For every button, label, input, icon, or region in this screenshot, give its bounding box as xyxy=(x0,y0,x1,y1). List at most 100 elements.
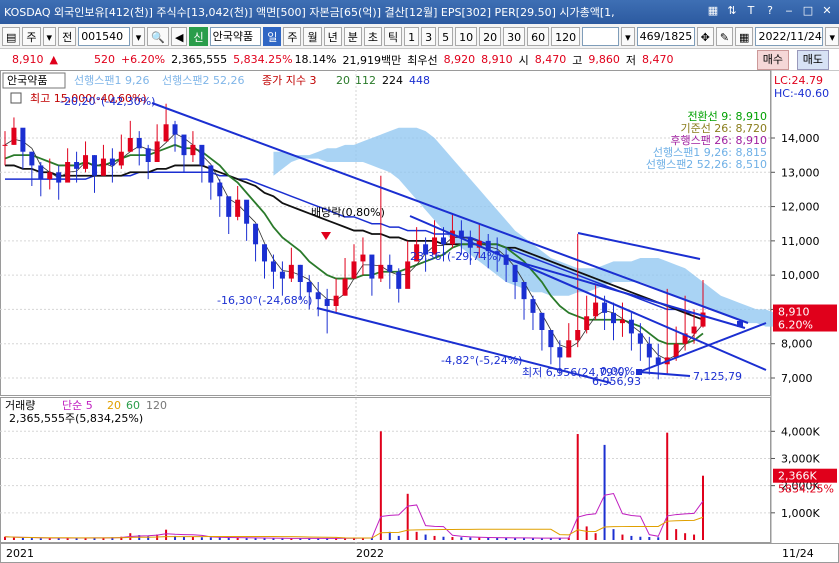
minimize-icon[interactable]: ‒ xyxy=(781,3,797,19)
volume-bar[interactable] xyxy=(21,537,24,540)
candle-body[interactable] xyxy=(270,261,276,272)
interval-input[interactable] xyxy=(582,26,620,46)
candle-body[interactable] xyxy=(646,343,652,358)
candle-body[interactable] xyxy=(47,172,53,180)
stock-code-input[interactable]: 001540 xyxy=(78,26,130,46)
stock-chart[interactable]: 안국약품 선행스팬1 9,26 선행스팬2 52,26 종가 지수 3 20 1… xyxy=(0,70,839,563)
volume-bar[interactable] xyxy=(576,434,579,540)
candle-body[interactable] xyxy=(512,264,518,282)
volume-bar[interactable] xyxy=(621,534,624,540)
candle-body[interactable] xyxy=(38,165,44,180)
candle-body[interactable] xyxy=(637,333,643,344)
candle-body[interactable] xyxy=(387,264,393,272)
volume-bar[interactable] xyxy=(657,537,660,540)
volume-bar[interactable] xyxy=(415,531,418,540)
candle-body[interactable] xyxy=(29,151,35,166)
period-month-button[interactable]: 월 xyxy=(303,26,322,46)
draw-tool-icon[interactable]: ✎ xyxy=(715,26,734,46)
period-second-button[interactable]: 초 xyxy=(363,26,382,46)
volume-bar[interactable] xyxy=(648,537,651,540)
candle-body[interactable] xyxy=(333,295,339,306)
sync-icon[interactable]: ⇅ xyxy=(724,3,740,19)
candle-body[interactable] xyxy=(611,312,617,324)
candle-body[interactable] xyxy=(360,254,366,262)
interval-dropdown-icon[interactable]: ▾ xyxy=(621,26,635,46)
volume-bar[interactable] xyxy=(612,529,615,540)
volume-bar[interactable] xyxy=(209,537,212,540)
candle-body[interactable] xyxy=(557,347,563,358)
volume-bar[interactable] xyxy=(585,526,588,540)
candle-body[interactable] xyxy=(521,282,527,300)
volume-bar[interactable] xyxy=(451,537,454,540)
candle-body[interactable] xyxy=(566,340,572,358)
candle-body[interactable] xyxy=(593,302,599,317)
volume-bar[interactable] xyxy=(460,537,463,540)
volume-bar[interactable] xyxy=(594,533,597,540)
candle-body[interactable] xyxy=(118,151,124,166)
candle-body[interactable] xyxy=(628,319,634,334)
minute-60-button[interactable]: 60 xyxy=(527,26,550,46)
candle-body[interactable] xyxy=(279,271,285,279)
volume-bar[interactable] xyxy=(684,533,687,540)
volume-bar[interactable] xyxy=(603,444,606,540)
buy-button[interactable]: 매수 xyxy=(756,50,789,70)
period-week-button[interactable]: 주 xyxy=(283,26,302,46)
candle-body[interactable] xyxy=(548,330,554,348)
candle-body[interactable] xyxy=(127,138,133,152)
date-picker-icon[interactable]: ▾ xyxy=(825,26,839,46)
candle-body[interactable] xyxy=(226,196,232,217)
search-icon[interactable]: 🔍 xyxy=(147,26,170,46)
minute-10-button[interactable]: 10 xyxy=(455,26,478,46)
volume-bar[interactable] xyxy=(191,537,194,540)
candle-body[interactable] xyxy=(109,158,115,166)
volume-bar[interactable] xyxy=(245,538,248,540)
grid-icon[interactable]: ▦ xyxy=(705,3,721,19)
sell-button[interactable]: 매도 xyxy=(796,50,829,70)
volume-bar[interactable] xyxy=(39,538,42,540)
volume-bar[interactable] xyxy=(496,537,499,540)
minute-5-button[interactable]: 5 xyxy=(438,26,454,46)
candle-body[interactable] xyxy=(584,316,590,330)
candle-body[interactable] xyxy=(369,254,375,279)
candle-body[interactable] xyxy=(244,199,250,224)
volume-bar[interactable] xyxy=(666,432,669,540)
candle-body[interactable] xyxy=(673,343,679,358)
font-size-icon[interactable]: T xyxy=(743,3,759,19)
candle-body[interactable] xyxy=(145,148,151,162)
candle-body[interactable] xyxy=(440,237,446,245)
candle-body[interactable] xyxy=(378,264,384,279)
volume-bar[interactable] xyxy=(263,538,266,540)
volume-bar[interactable] xyxy=(75,538,78,540)
volume-bar[interactable] xyxy=(218,537,221,540)
count-field[interactable]: 469/1825 xyxy=(636,26,695,46)
period-year-button[interactable]: 년 xyxy=(323,26,342,46)
volume-bar[interactable] xyxy=(514,538,517,540)
layout-icon[interactable]: ▤ xyxy=(2,26,21,46)
candle-body[interactable] xyxy=(100,158,106,176)
volume-bar[interactable] xyxy=(630,535,633,540)
minute-3-button[interactable]: 3 xyxy=(421,26,437,46)
candle-body[interactable] xyxy=(83,155,89,169)
candle-body[interactable] xyxy=(235,199,241,217)
candle-body[interactable] xyxy=(56,172,62,183)
candle-body[interactable] xyxy=(306,282,312,293)
candle-body[interactable] xyxy=(324,299,330,306)
zoom-icon[interactable]: ✥ xyxy=(696,26,714,46)
candle-body[interactable] xyxy=(199,144,205,166)
volume-bar[interactable] xyxy=(702,475,704,540)
date-field[interactable]: 2022/11/24 xyxy=(755,26,824,46)
candle-body[interactable] xyxy=(691,326,697,334)
calendar-icon[interactable]: ▦ xyxy=(735,26,754,46)
volume-bar[interactable] xyxy=(397,535,400,540)
candle-body[interactable] xyxy=(539,312,545,330)
candle-body[interactable] xyxy=(405,261,411,289)
period-minute-button[interactable]: 분 xyxy=(343,26,362,46)
candle-body[interactable] xyxy=(91,155,97,176)
help-icon[interactable]: ? xyxy=(762,3,778,19)
candle-body[interactable] xyxy=(602,302,608,313)
close-icon[interactable]: ✕ xyxy=(819,3,835,19)
candle-body[interactable] xyxy=(342,278,348,296)
candle-body[interactable] xyxy=(136,138,142,149)
volume-bar[interactable] xyxy=(639,536,642,540)
candle-body[interactable] xyxy=(74,162,80,169)
